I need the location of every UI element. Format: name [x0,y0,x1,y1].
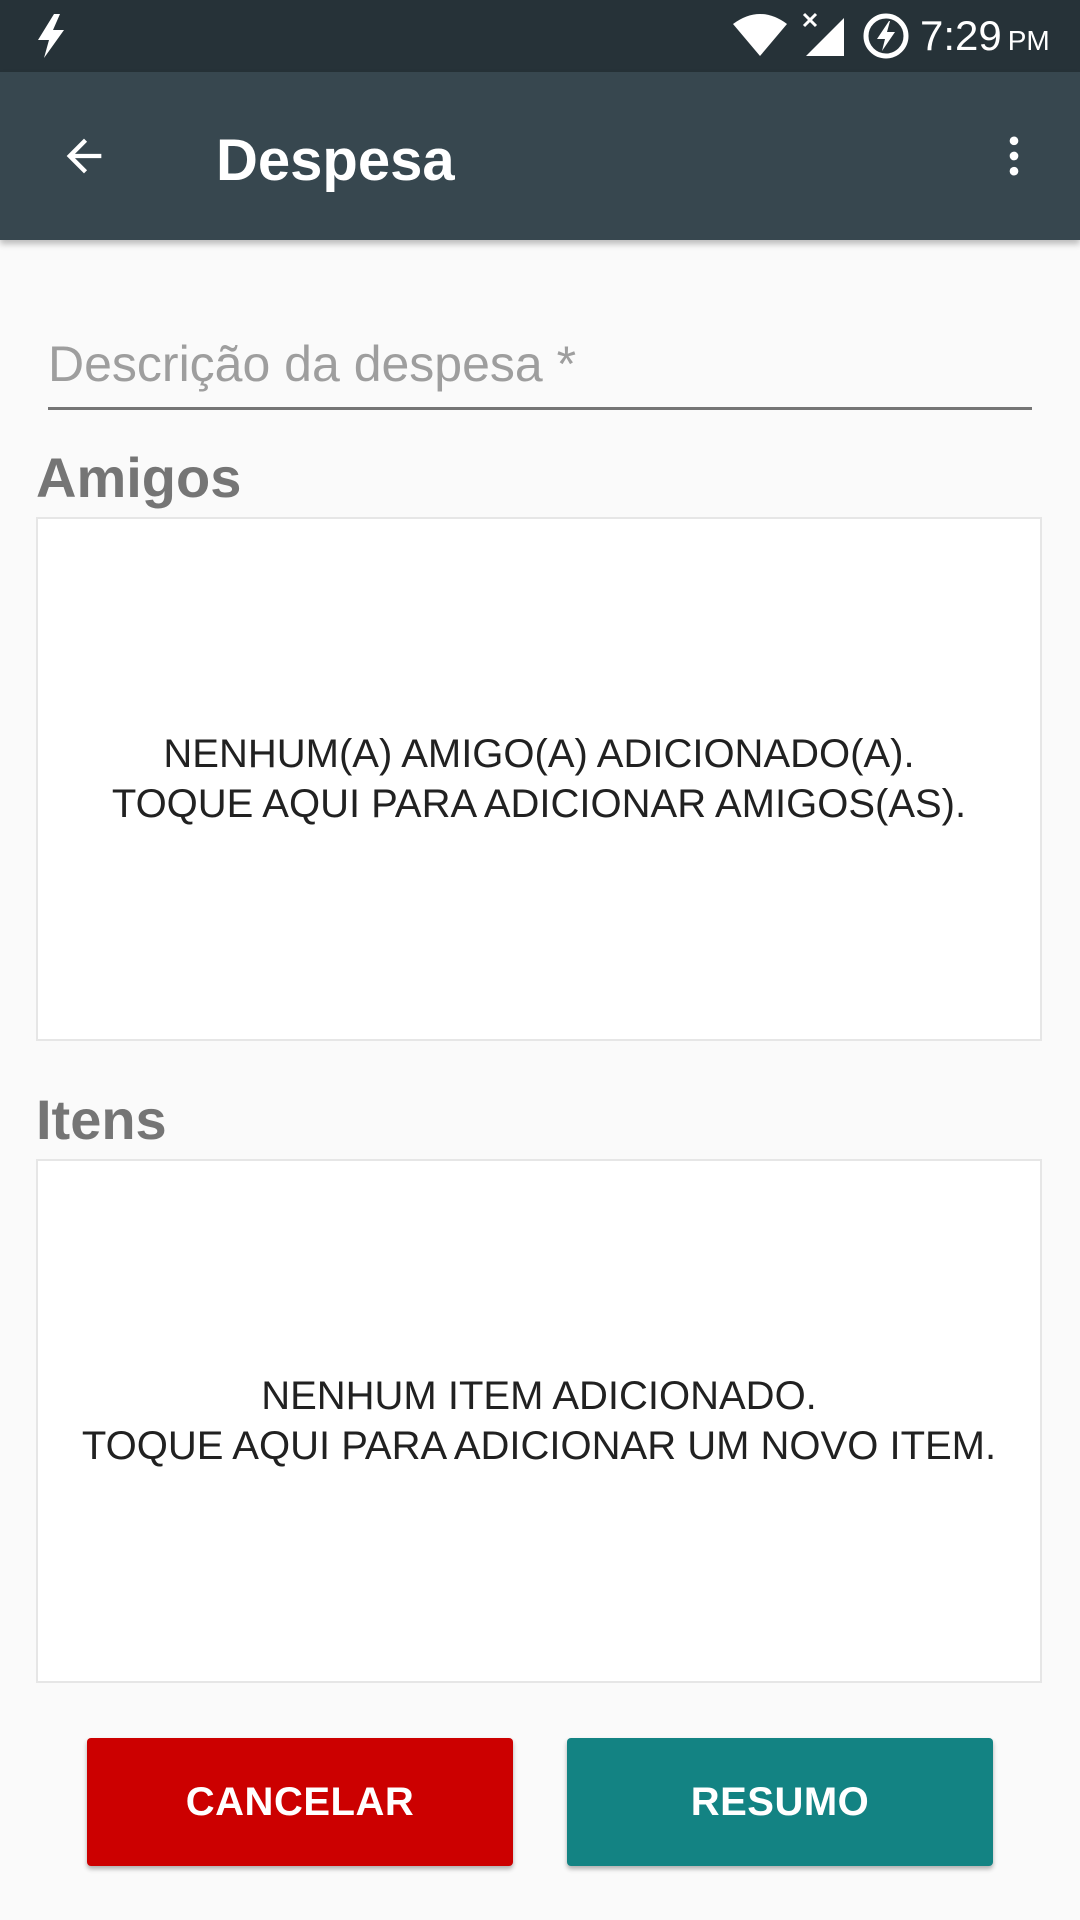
clock: 7:29 PM [920,10,1050,62]
clock-time: 7:29 [920,12,1002,59]
page-title: Despesa [216,128,455,193]
signal-no-service-icon [802,12,844,56]
friends-empty-panel[interactable]: NENHUM(A) AMIGO(A) ADICIONADO(A). TOQUE … [36,517,1042,1041]
items-empty-line-1: NENHUM ITEM ADICIONADO. [261,1374,817,1418]
items-empty-line-2: TOQUE AQUI PARA ADICIONAR UM NOVO ITEM. [81,1424,997,1468]
clock-ampm: PM [1007,25,1050,56]
flash-icon [38,14,64,58]
friends-empty-line-1: NENHUM(A) AMIGO(A) ADICIONADO(A). [163,732,915,776]
items-empty-panel[interactable]: NENHUM ITEM ADICIONADO. TOQUE AQUI PARA … [36,1159,1042,1683]
friends-section-title: Amigos [36,446,242,509]
description-input[interactable] [48,320,1032,410]
status-bar: 7:29 PM [0,0,1080,72]
items-section-title: Itens [36,1088,167,1151]
app-bar: Despesa [0,72,1080,240]
summary-button[interactable]: RESUMO [567,1738,993,1866]
arrow-left-icon [66,138,102,174]
friends-empty-line-2: TOQUE AQUI PARA ADICIONAR AMIGOS(AS). [111,782,967,826]
overflow-menu-button[interactable] [970,112,1058,200]
battery-charging-icon [863,13,909,59]
cancel-button[interactable]: CANCELAR [87,1738,513,1866]
back-button[interactable] [40,112,128,200]
wifi-icon [733,14,787,56]
screen: 7:29PM Despesa Amigos NENHUM(A) AMIGO(A)… [0,0,1080,1920]
more-vert-icon [1009,136,1019,176]
